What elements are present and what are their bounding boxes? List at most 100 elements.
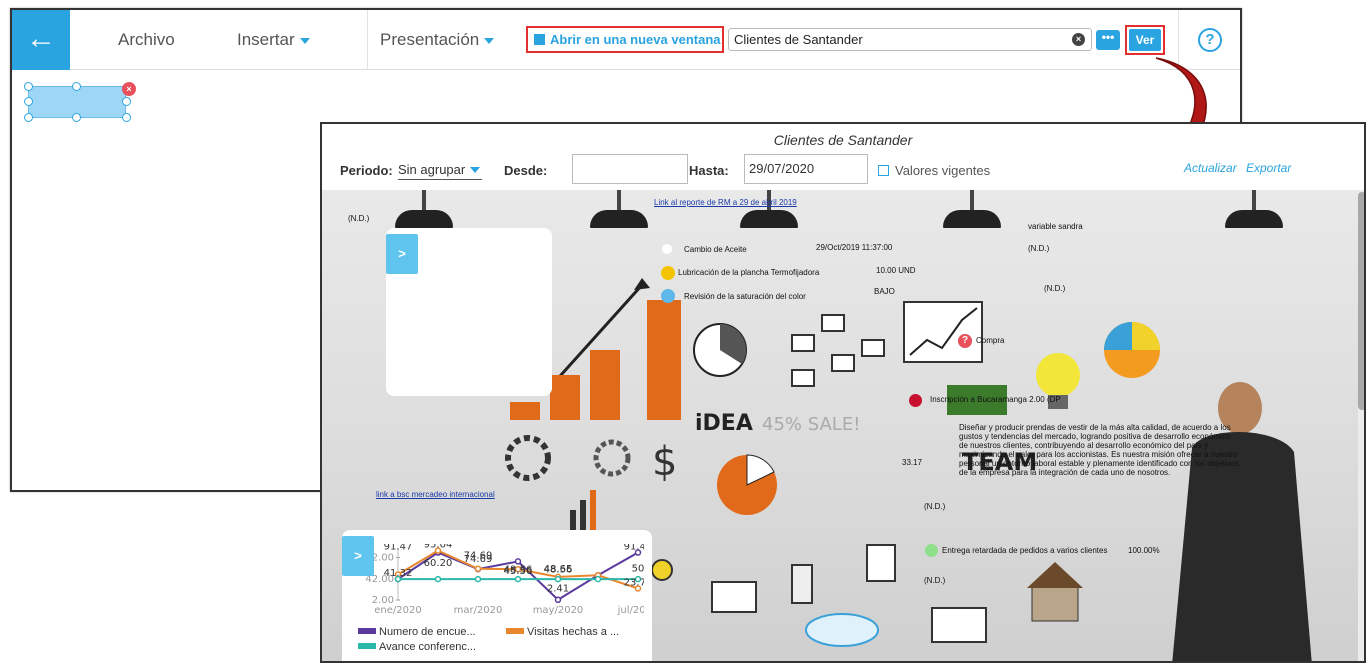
small-value: 33.17 <box>902 458 923 467</box>
resize-handle[interactable] <box>122 97 131 106</box>
help-icon[interactable]: ? <box>1198 28 1222 52</box>
data-label: 91.47 <box>384 544 413 553</box>
x-tick-label: mar/2020 <box>454 605 503 616</box>
resize-handle[interactable] <box>24 113 33 122</box>
link-bsc-mercadeo[interactable]: link a bsc mercadeo internacional <box>376 490 495 499</box>
caret-down-icon <box>470 167 480 173</box>
link-reporte-rm[interactable]: Link al reporte de RM a 29 de abril 2019 <box>654 198 797 207</box>
menu-insertar-label: Insertar <box>237 30 295 49</box>
resize-handle[interactable] <box>24 97 33 106</box>
menu-insertar[interactable]: Insertar <box>237 10 310 70</box>
legend-swatch-orange <box>506 628 524 634</box>
vertical-scrollbar[interactable] <box>1358 190 1364 661</box>
legend-label: Numero de encue... <box>379 626 476 638</box>
entrega-value: 100.00% <box>1128 546 1160 555</box>
dashboard-search-input[interactable]: Clientes de Santander × <box>728 28 1092 51</box>
indicator-dot <box>661 289 675 303</box>
data-label: 23.75 <box>624 577 644 588</box>
indicator-dot <box>925 544 938 557</box>
compra-label[interactable]: Compra <box>976 336 1004 345</box>
resize-handle[interactable] <box>122 113 131 122</box>
indicator-label[interactable]: Lubricación de la plancha Termofijadora <box>678 268 819 277</box>
legend-swatch-purple <box>358 628 376 634</box>
valores-vigentes-checkbox[interactable]: Valores vigentes <box>878 163 990 178</box>
legend-label: Avance conferenc... <box>379 641 477 653</box>
nd-value: (N.D.) <box>348 214 370 223</box>
desde-label: Desde: <box>504 163 548 178</box>
series-point <box>434 575 442 583</box>
scrollbar-thumb[interactable] <box>1358 192 1364 410</box>
indicator-dot <box>661 266 675 280</box>
caret-down-icon <box>484 37 495 44</box>
actualizar-link[interactable]: Actualizar <box>1184 161 1237 175</box>
svg-text:45% SALE!: 45% SALE! <box>762 414 860 435</box>
svg-text:iDEA: iDEA <box>695 411 753 436</box>
checkbox-icon <box>878 165 889 176</box>
screenshot-stage: ← Archivo Insertar Presentación Abrir en… <box>0 0 1366 663</box>
dashboard-search-value: Clientes de Santander <box>734 32 863 47</box>
legend-item: Numero de encue... <box>358 626 476 638</box>
entrega-label[interactable]: Entrega retardada de pedidos a varios cl… <box>942 546 1107 555</box>
data-label: 41.32 <box>384 568 413 579</box>
hasta-label: Hasta: <box>689 163 729 178</box>
series-point <box>474 565 482 573</box>
caret-down-icon <box>299 37 310 44</box>
exportar-link[interactable]: Exportar <box>1246 161 1291 175</box>
x-tick-label: jul/2020 <box>617 605 644 616</box>
resize-handle[interactable] <box>72 82 81 91</box>
toolbar-divider <box>367 10 368 70</box>
expand-widget-button[interactable]: > <box>386 234 418 274</box>
data-label: 95.04 <box>424 544 453 551</box>
x-tick-label: may/2020 <box>533 605 584 616</box>
preview-title: Clientes de Santander <box>773 132 913 148</box>
menu-presentacion-label: Presentación <box>380 30 480 49</box>
legend-item: Visitas hechas a ... <box>506 626 619 638</box>
editor-toolbar: ← Archivo Insertar Presentación Abrir en… <box>12 10 1240 70</box>
nd-value: (N.D.) <box>1044 284 1066 293</box>
series-point <box>594 575 602 583</box>
dashboard-canvas: iDEA 45% SALE! TEAM $ (N.D.) Link al rep… <box>322 190 1364 661</box>
question-icon[interactable]: ? <box>958 334 972 348</box>
more-options-button[interactable]: ••• <box>1096 30 1120 50</box>
menu-presentacion[interactable]: Presentación <box>380 10 495 70</box>
nd-value: (N.D.) <box>924 576 946 585</box>
series-point <box>474 575 482 583</box>
clear-icon[interactable]: × <box>1072 33 1085 46</box>
nd-value: (N.D.) <box>1028 244 1050 253</box>
periodo-select[interactable]: Sin agrupar <box>398 160 482 180</box>
data-label: 74.69 <box>464 554 493 565</box>
indicator-dot <box>662 244 672 254</box>
legend-label: Visitas hechas a ... <box>527 626 620 638</box>
expand-widget-button[interactable]: > <box>342 536 374 576</box>
ver-button[interactable]: Ver <box>1129 29 1161 51</box>
desde-input[interactable] <box>572 154 688 184</box>
periodo-value: Sin agrupar <box>398 162 466 177</box>
open-new-window-label: Abrir en una nueva ventana <box>550 32 721 47</box>
x-tick-label: ene/2020 <box>374 605 421 616</box>
open-new-window-toggle[interactable]: Abrir en una nueva ventana <box>526 26 724 53</box>
hasta-input[interactable]: 29/07/2020 <box>744 154 868 184</box>
back-button[interactable]: ← <box>12 10 70 70</box>
arrow-left-icon: ← <box>26 22 56 55</box>
line-chart: 82.0042.002.00ene/2020 mar/2020 may/2020 ju… <box>365 544 644 616</box>
indicator-label[interactable]: Revisión de la saturación del color <box>684 292 806 301</box>
data-label: 91.47 <box>624 544 644 553</box>
valores-vigentes-label: Valores vigentes <box>895 163 991 178</box>
inscripcion-label[interactable]: Inscripción a Bucaramanga 2.00 (DP <box>930 395 1061 404</box>
data-label: 60.20 <box>424 558 453 569</box>
legend-swatch-teal <box>358 643 376 649</box>
variable-sandra-label: variable sandra <box>1028 222 1083 231</box>
data-label: 45.56 <box>504 566 533 577</box>
checkbox-checked-icon <box>534 34 545 45</box>
widget-remove-icon[interactable]: × <box>122 82 136 96</box>
resize-handle[interactable] <box>24 82 33 91</box>
indicator-value: BAJO <box>874 287 895 296</box>
line-chart-widget: 82.00 42.00 2.00 ene/2020 mar/2020 may/2020 ju… <box>342 530 652 661</box>
data-label: 2.41 <box>547 584 569 595</box>
legend-item: Avance conferenc... <box>358 641 476 653</box>
menu-archivo[interactable]: Archivo <box>118 10 175 70</box>
indicator-label[interactable]: Cambio de Aceite <box>684 245 747 254</box>
series-point <box>514 575 522 583</box>
indicator-value: 10.00 UND <box>876 266 916 275</box>
resize-handle[interactable] <box>72 113 81 122</box>
